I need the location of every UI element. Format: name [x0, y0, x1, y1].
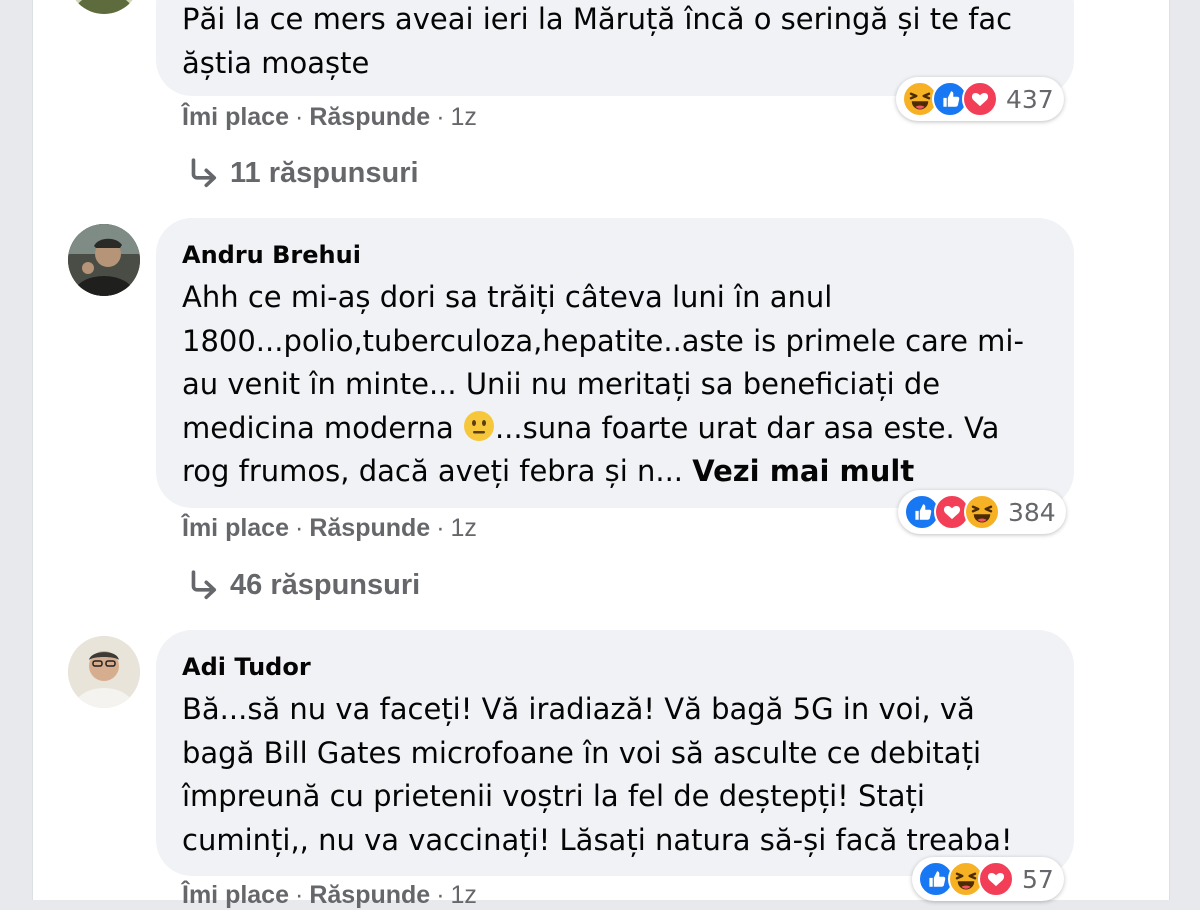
comment-bubble: Adi Tudor Bă...să nu va faceți! Vă iradi…	[156, 630, 1074, 876]
comment-time[interactable]: 1z	[451, 103, 477, 131]
reaction-icons	[918, 861, 1014, 897]
reply-arrow-icon	[186, 157, 218, 189]
reaction-icons	[904, 494, 1000, 530]
comment-line: Ahh ce mi-aș dori sa trăiți câteva luni …	[182, 280, 833, 314]
comment-text: Ahh ce mi-aș dori sa trăiți câteva luni …	[182, 276, 1048, 494]
view-replies-link[interactable]: 11 răspunsuri	[186, 155, 419, 191]
view-replies-link[interactable]: 46 răspunsuri	[186, 567, 420, 603]
comment-line: 1800...polio,tuberculoza,hepatite..aste …	[182, 323, 1024, 358]
comment-author[interactable]: Adi Tudor	[182, 652, 1048, 682]
comment-line: cuminți,, nu va vaccinați! Lăsați natura…	[182, 822, 1013, 857]
reactions-summary[interactable]: 384	[898, 490, 1066, 534]
love-reaction-icon	[978, 861, 1014, 897]
replies-count-label: 11 răspunsuri	[230, 157, 419, 189]
commenter-avatar[interactable]	[68, 636, 140, 708]
see-more-link[interactable]: Vezi mai mult	[692, 454, 914, 488]
comment-text: Bă...să nu va faceți! Vă iradiază! Vă ba…	[182, 688, 1048, 862]
reaction-count: 384	[1008, 497, 1056, 527]
neutral-face-icon	[463, 410, 494, 441]
love-reaction-icon	[962, 81, 998, 117]
like-button[interactable]: Îmi place	[182, 514, 289, 542]
like-button[interactable]: Îmi place	[182, 881, 289, 909]
comment-line-with-more: rog frumos, dacă aveți febra și n... Vez…	[182, 450, 1048, 494]
comment-line-with-emoji: medicina moderna ...suna foarte urat dar…	[182, 407, 1048, 451]
reply-button[interactable]: Răspunde	[309, 103, 430, 131]
comment-actions: Îmi place · Răspunde · 1z	[182, 103, 477, 131]
comment-line: au venit în minte... Unii nu meritați sa…	[182, 367, 941, 401]
reaction-icons	[902, 81, 998, 117]
reply-button[interactable]: Răspunde	[309, 514, 430, 542]
comment-time[interactable]: 1z	[451, 514, 477, 542]
commenter-avatar[interactable]	[68, 224, 140, 296]
comment-line: împreună cu prietenii voștri la fel de d…	[182, 779, 925, 813]
comment-line-part: rog frumos, dacă aveți febra și n...	[182, 454, 684, 488]
comment-author[interactable]: Andru Brehui	[182, 240, 1048, 270]
reply-arrow-icon	[186, 569, 218, 601]
comment-line: Bă...să nu va faceți! Vă iradiază! Vă ba…	[182, 692, 975, 726]
comment-actions: Îmi place · Răspunde · 1z	[182, 514, 477, 542]
avatar-photo	[68, 224, 140, 296]
haha-reaction-icon	[964, 494, 1000, 530]
comment-time[interactable]: 1z	[451, 881, 477, 909]
comment-actions: Îmi place · Răspunde · 1z	[182, 881, 477, 909]
comment-line-part: medicina moderna	[182, 410, 454, 445]
reaction-count: 57	[1022, 864, 1054, 894]
comment-text: Păi la ce mers aveai ieri la Măruță încă…	[182, 0, 1048, 85]
comment-line-part: ...suna foarte urat dar asa este. Va	[494, 410, 1000, 445]
reactions-summary[interactable]: 437	[896, 77, 1064, 121]
comment-line: bagă Bill Gates microfoane în voi să asc…	[182, 735, 982, 770]
reactions-summary[interactable]: 57	[912, 857, 1064, 901]
comment-bubble: Andru Brehui Ahh ce mi-aș dori sa trăiți…	[156, 218, 1074, 508]
avatar-photo	[68, 636, 140, 708]
reply-button[interactable]: Răspunde	[309, 881, 430, 909]
reaction-count: 437	[1006, 84, 1054, 114]
replies-count-label: 46 răspunsuri	[230, 569, 421, 601]
like-button[interactable]: Îmi place	[182, 103, 289, 131]
comment-line: Păi la ce mers aveai ieri la Măruță încă…	[182, 2, 1013, 36]
